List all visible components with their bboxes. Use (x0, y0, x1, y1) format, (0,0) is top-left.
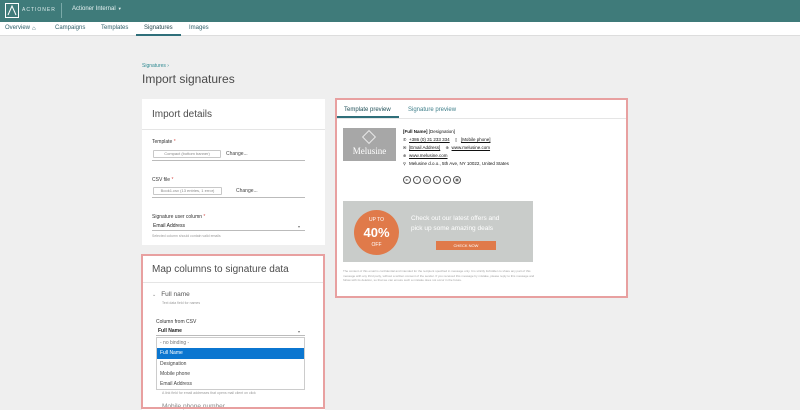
import-details-title: Import details (152, 109, 213, 120)
nav-overview-label: Overview (5, 25, 31, 31)
top-bar: ACTIONER Actioner Internal ▼ (0, 0, 800, 22)
user-column-label: Signature user column * (152, 214, 206, 220)
nav-signatures[interactable]: Signatures (144, 25, 173, 31)
org-switcher[interactable]: Actioner Internal ▼ (72, 6, 122, 12)
nav-templates[interactable]: Templates (101, 25, 128, 31)
nav-overview[interactable]: Overview ⌂ (5, 25, 36, 32)
chevron-down-icon: ▼ (117, 6, 122, 11)
breadcrumb[interactable]: Signatures › (142, 63, 169, 69)
org-switcher-label: Actioner Internal (72, 6, 116, 12)
template-file-chip: Compact (bottom banner) (153, 150, 221, 158)
csv-field-line (152, 197, 305, 198)
user-column-line (152, 230, 305, 231)
csv-file-chip: Book1.csv (13 entries, 1 error) (153, 187, 222, 195)
nav-campaigns[interactable]: Campaigns (55, 25, 85, 31)
nav-active-indicator (136, 34, 181, 36)
highlight-preview (335, 98, 628, 298)
home-icon: ⌂ (32, 26, 36, 32)
template-change-button[interactable]: Change... (226, 151, 248, 157)
app-logo-icon[interactable] (5, 3, 19, 18)
nav-images[interactable]: Images (189, 25, 209, 31)
app-brand: ACTIONER (22, 7, 56, 13)
template-field-line (152, 160, 305, 161)
page-title: Import signatures (142, 72, 235, 86)
user-column-hint: Selected column should contain valid ema… (152, 234, 221, 238)
highlight-map-columns (141, 254, 325, 409)
import-details-card: Import details Template * Compact (botto… (142, 99, 325, 245)
topbar-divider (61, 3, 62, 18)
csv-change-button[interactable]: Change... (236, 188, 258, 194)
template-label: Template * (152, 139, 176, 145)
csv-file-label: CSV file * (152, 177, 174, 183)
chevron-down-icon[interactable]: ▾ (298, 224, 300, 229)
main-nav: Overview ⌂ Campaigns Templates Signatures… (0, 22, 800, 36)
user-column-select[interactable]: Email Address (153, 223, 185, 229)
card-divider (142, 129, 325, 130)
